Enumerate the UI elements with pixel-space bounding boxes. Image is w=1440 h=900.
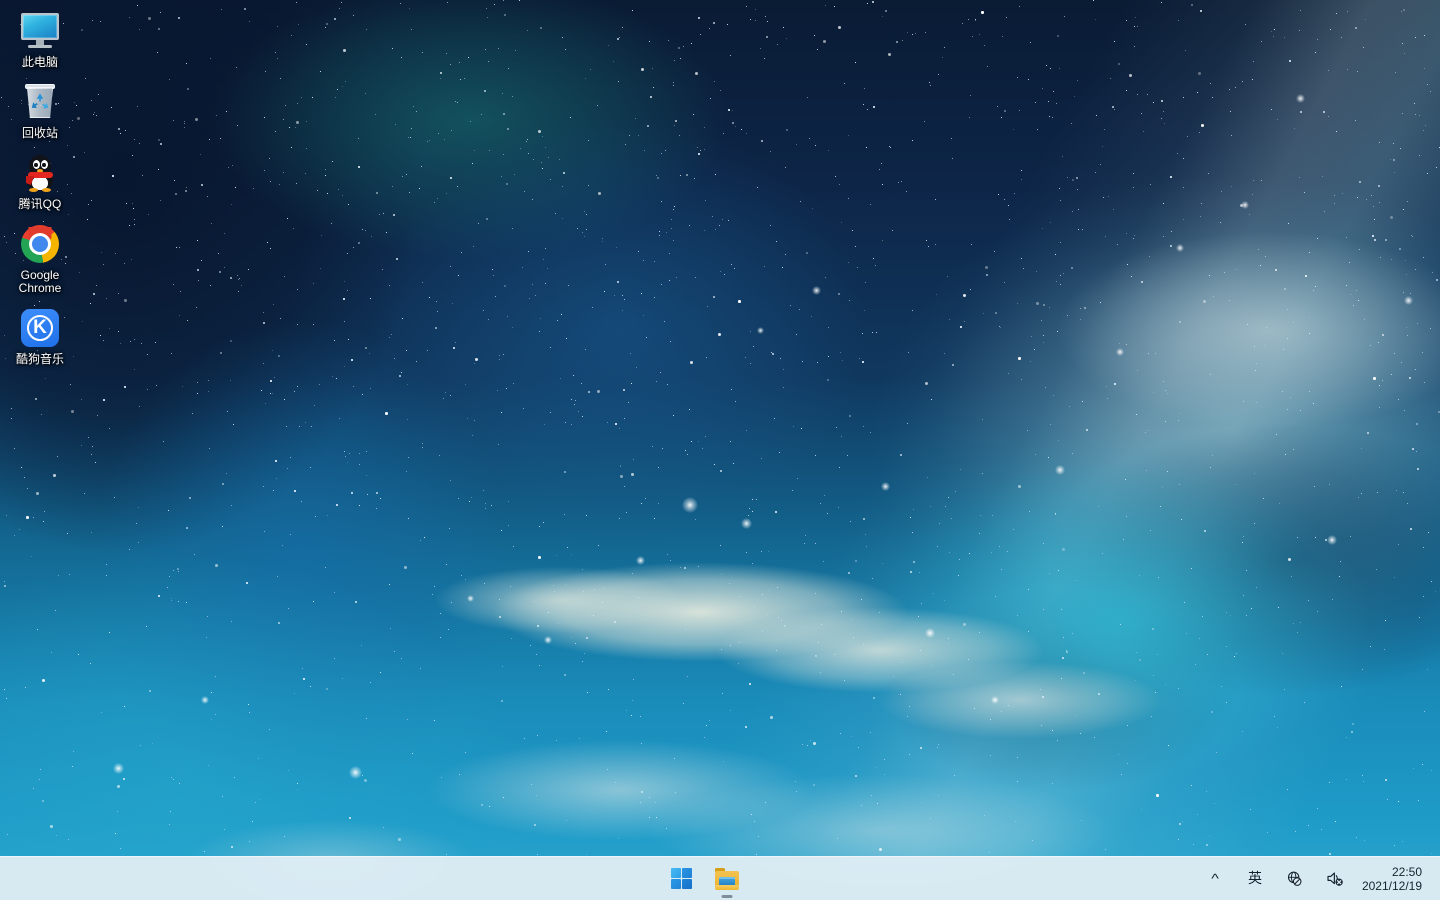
desktop-wallpaper[interactable] (0, 0, 1440, 900)
desktop-icon-label: 酷狗音乐 (15, 352, 64, 366)
this-pc-monitor-icon (19, 10, 61, 52)
taskbar-left-spacer (0, 857, 660, 900)
start-button[interactable] (660, 859, 702, 899)
recycle-bin-icon (19, 81, 61, 123)
taskbar-clock[interactable]: 22:50 2021/12/19 (1356, 859, 1432, 899)
desktop-icon-label: Google Chrome (18, 268, 62, 295)
tray-volume-button[interactable] (1316, 860, 1354, 898)
desktop-icon-kugou-music[interactable]: K 酷狗音乐 (4, 303, 76, 368)
clock-date: 2021/12/19 (1361, 878, 1422, 893)
tray-overflow-button[interactable]: ^ (1196, 860, 1234, 898)
windows-logo-icon (670, 868, 692, 890)
ime-language-icon: 英 (1247, 870, 1262, 887)
google-chrome-icon (19, 223, 61, 265)
desktop-icon-label: 腾讯QQ (18, 197, 62, 211)
tencent-qq-penguin-icon (19, 152, 61, 194)
tray-network-button[interactable] (1276, 860, 1314, 898)
desktop-icon-label: 回收站 (21, 126, 58, 140)
desktop-icon-google-chrome[interactable]: Google Chrome (4, 219, 76, 297)
network-globe-disconnected-icon (1288, 871, 1302, 886)
taskbar-item-file-explorer[interactable] (706, 859, 748, 899)
clock-time: 22:50 (1391, 864, 1422, 879)
star-layer (0, 0, 3, 3)
recycle-arrows-icon (31, 93, 49, 109)
chevron-up-icon: ^ (1211, 871, 1219, 886)
desktop-icon-this-pc[interactable]: 此电脑 (4, 6, 76, 71)
desktop-screen: 此电脑 回收站 腾讯QQ Google Chrome K 酷狗音乐 ^ 英 22… (0, 0, 1440, 900)
desktop-icon-label: 此电脑 (21, 55, 58, 69)
desktop-icon-recycle-bin[interactable]: 回收站 (4, 77, 76, 142)
tray-ime-button[interactable]: 英 (1236, 860, 1274, 898)
taskbar-app-area (660, 857, 748, 900)
running-indicator (721, 894, 733, 898)
desktop-icon-grid: 此电脑 回收站 腾讯QQ Google Chrome K 酷狗音乐 (4, 6, 82, 374)
taskbar: ^ 英 22:50 2021/12/19 (0, 856, 1440, 900)
wallpaper-cloud-lower (0, 0, 1440, 900)
desktop-icon-tencent-qq[interactable]: 腾讯QQ (4, 148, 76, 213)
system-tray: ^ 英 22:50 2021/12/19 (1196, 857, 1440, 900)
file-explorer-icon (714, 867, 740, 890)
kugou-music-icon: K (19, 307, 61, 349)
speaker-muted-icon (1327, 872, 1343, 886)
